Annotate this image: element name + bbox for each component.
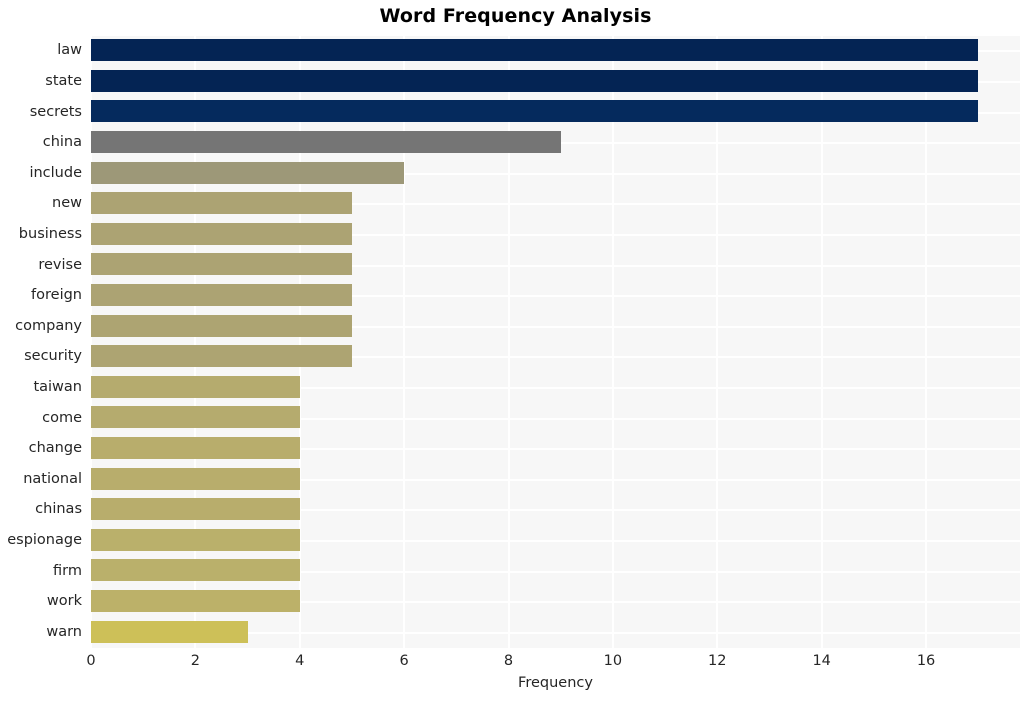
x-tick-label-4: 4 xyxy=(295,653,305,669)
x-tick-label-16: 16 xyxy=(916,653,936,669)
chart-title: Word Frequency Analysis xyxy=(379,5,652,27)
y-tick-label-china: china xyxy=(42,134,82,151)
y-tick-label-include: include xyxy=(29,164,82,181)
x-tick-label-10: 10 xyxy=(603,653,623,669)
y-tick-label-foreign: foreign xyxy=(31,287,82,304)
y-tick-label-state: state xyxy=(45,72,82,89)
x-axis-title: Frequency xyxy=(518,675,593,691)
y-tick-label-chinas: chinas xyxy=(35,501,82,518)
x-tick-label-8: 8 xyxy=(503,653,514,669)
y-axis-tick-labels: law state secrets china include new business re… xyxy=(0,36,1031,648)
y-tick-label-national: national xyxy=(23,470,82,487)
x-tick-label-14: 14 xyxy=(812,653,831,669)
y-tick-label-come: come xyxy=(42,409,82,426)
y-tick-label-work: work xyxy=(46,593,82,610)
y-tick-label-warn: warn xyxy=(46,623,82,640)
y-tick-label-law: law xyxy=(57,42,82,59)
y-tick-label-taiwan: taiwan xyxy=(33,378,82,395)
y-tick-label-espionage: espionage xyxy=(7,531,82,548)
y-tick-label-security: security xyxy=(24,348,82,365)
y-tick-label-new: new xyxy=(52,195,82,212)
x-tick-label-12: 12 xyxy=(708,653,727,669)
x-tick-label-2: 2 xyxy=(190,653,200,669)
y-tick-label-company: company xyxy=(15,317,82,334)
y-tick-label-change: change xyxy=(28,440,82,457)
chart-figure: Word Frequency Analysis law state secrets c… xyxy=(0,0,1031,701)
x-tick-label-6: 6 xyxy=(399,653,409,669)
x-tick-label-0: 0 xyxy=(86,653,96,669)
y-tick-label-secrets: secrets xyxy=(29,103,82,120)
y-tick-label-firm: firm xyxy=(53,562,82,579)
y-tick-label-revise: revise xyxy=(38,256,82,273)
y-tick-label-business: business xyxy=(18,225,82,242)
